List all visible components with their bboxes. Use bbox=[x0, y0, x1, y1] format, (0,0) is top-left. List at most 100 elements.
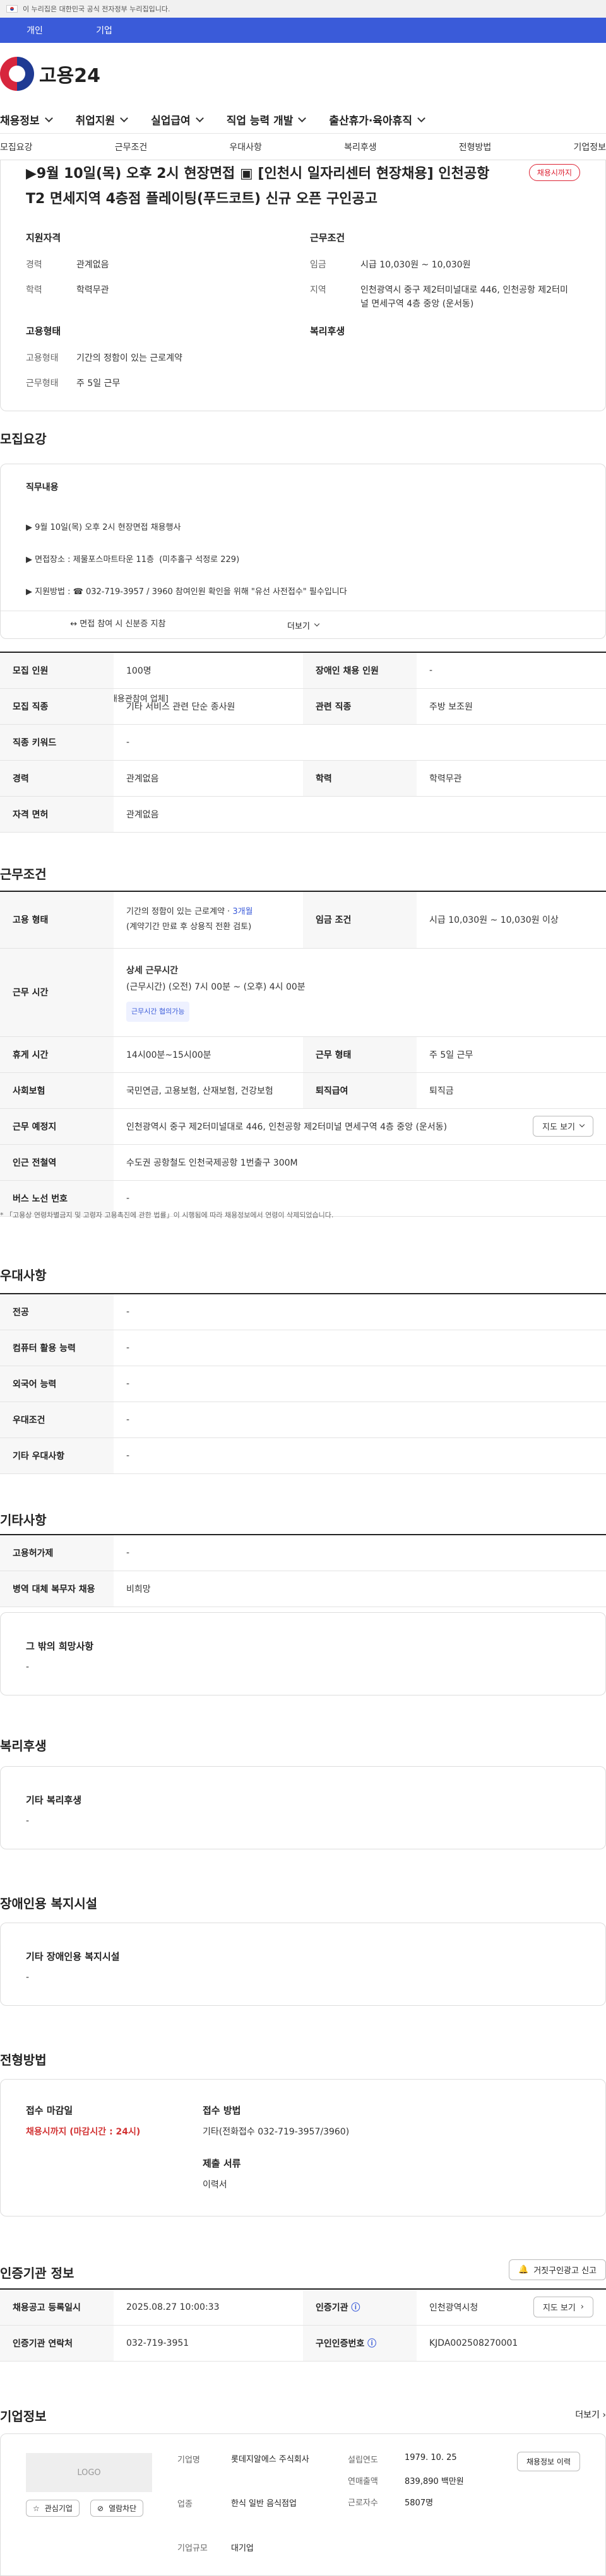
bell-icon: 🔔 bbox=[518, 2265, 529, 2274]
chevron-down-icon bbox=[314, 621, 320, 626]
logo-text: 고용24 bbox=[39, 65, 100, 87]
welfare-summary-title: 복리후생 bbox=[310, 325, 345, 337]
table-row: 휴게 시간 14시00분~15시00분 근무 형태 주 5일 근무 bbox=[0, 1036, 606, 1073]
qualification-title: 지원자격 bbox=[26, 232, 61, 243]
recruit-title: 모집요강 bbox=[0, 431, 47, 447]
disab-card: 기타 장애인용 복지시설 - bbox=[0, 1923, 606, 2006]
table-row: 모집 인원 100명 장애인 채용 인원 - bbox=[0, 652, 606, 689]
chevron-right-icon: › bbox=[580, 2302, 584, 2312]
tab-personal[interactable]: 개인 bbox=[0, 18, 69, 43]
disab-title: 장애인용 복지시설 bbox=[0, 1896, 98, 1911]
chevron-down-icon bbox=[417, 114, 425, 122]
gov-banner-text: 이 누리집은 대한민국 공식 전자정부 누리집입니다. bbox=[23, 5, 170, 13]
recruit-table: 모집 인원 100명 장애인 채용 인원 - 모집 직종 기타 서비스 관련 단순 종… bbox=[0, 652, 606, 833]
section-nav-work[interactable]: 근무조건 bbox=[115, 141, 148, 153]
table-row: 전공 - bbox=[0, 1294, 606, 1330]
table-row: 기타 우대사항 - bbox=[0, 1437, 606, 1474]
deadline-badge: 채용시까지 bbox=[528, 164, 580, 181]
header: 고용24 bbox=[0, 43, 606, 106]
section-nav-pref[interactable]: 우대사항 bbox=[229, 141, 262, 153]
table-row: 우대조건 - bbox=[0, 1402, 606, 1438]
favorite-company-button[interactable]: ☆ 관심기업 bbox=[26, 2500, 80, 2517]
welfare-title: 복리후생 bbox=[0, 1738, 47, 1753]
company-more-link[interactable]: 더보기 › bbox=[575, 2408, 606, 2421]
agency-map-button[interactable]: 지도 보기 › bbox=[533, 2297, 593, 2318]
chevron-down-icon bbox=[120, 114, 128, 122]
company-card: LOGO ☆ 관심기업 ⊘ 열람차단 기업명 롯데지알에스 주식회사 업종 한식 일… bbox=[0, 2433, 606, 2576]
job-description-card: 직무내용 ▶ 9월 10일(목) 오후 2시 현장면접 채용행사 ▶ 면접장소 … bbox=[0, 464, 606, 768]
table-row: 근무 시간 상세 근무시간 (근무시간) (오전) 7시 00분 ~ (오후) … bbox=[0, 948, 606, 1037]
table-row: 고용허가제 - bbox=[0, 1535, 606, 1571]
false-ad-report-button[interactable]: 🔔 거짓구인광고 신고 bbox=[509, 2259, 606, 2280]
pref-title: 우대사항 bbox=[0, 1268, 47, 1283]
job-description-label: 직무내용 bbox=[26, 483, 59, 493]
chevron-down-icon bbox=[195, 114, 204, 122]
nav-benefit[interactable]: 실업급여 bbox=[151, 112, 204, 127]
section-nav-screen[interactable]: 전형방법 bbox=[459, 141, 492, 153]
table-row: 고용 형태 기간의 정함이 있는 근로계약 · 3개월 (계약기간 만료 후 상용… bbox=[0, 891, 606, 949]
section-nav-recruit[interactable]: 모집요강 bbox=[0, 141, 33, 153]
job-summary-card: ▶9월 10일(목) 오후 2시 현장면접 ▣ [인천시 일자리센터 현장채용]… bbox=[0, 160, 606, 411]
etc-table: 고용허가제 - 병역 대체 복무자 채용 비희망 bbox=[0, 1534, 606, 1607]
table-row: 모집 직종 기타 서비스 관련 단순 종사원 관련 직종 주방 보조원 bbox=[0, 688, 606, 725]
map-view-button[interactable]: 지도 보기 bbox=[533, 1116, 593, 1137]
table-row: 외국어 능력 - bbox=[0, 1366, 606, 1402]
block-icon: ⊘ bbox=[97, 2503, 104, 2513]
nav-leave[interactable]: 출산휴가·육아휴직 bbox=[329, 112, 425, 127]
table-row: 직종 키워드 - bbox=[0, 724, 606, 761]
welfare-card: 기타 복리후생 - bbox=[0, 1766, 606, 1849]
block-view-button[interactable]: ⊘ 열람차단 bbox=[90, 2500, 144, 2517]
table-row: 인증기관 연락처 032-719-3951 구인인증번호 ⓘ KJDA002508… bbox=[0, 2325, 606, 2362]
nav-training[interactable]: 직업 능력 개발 bbox=[227, 112, 307, 127]
nav-jobs[interactable]: 채용정보 bbox=[0, 112, 53, 127]
job-title: ▶9월 10일(목) 오후 2시 현장면접 ▣ [인천시 일자리센터 현장채용]… bbox=[26, 166, 490, 207]
page: 이 누리집은 대한민국 공식 전자정부 누리집입니다. 개인 기업 고용24 채… bbox=[0, 0, 606, 2576]
info-icon[interactable]: ⓘ bbox=[367, 2339, 376, 2349]
pref-table: 전공 - 컴퓨터 활용 능력 - 외국어 능력 - 우대조건 - 기타 우대사항 - bbox=[0, 1293, 606, 1474]
table-row: 병역 대체 복무자 채용 비희망 bbox=[0, 1571, 606, 1607]
agency-title: 인증기관 정보 bbox=[0, 2266, 74, 2281]
work-table: 고용 형태 기간의 정함이 있는 근로계약 · 3개월 (계약기간 만료 후 상용… bbox=[0, 891, 606, 1217]
company-title: 기업정보 bbox=[0, 2409, 47, 2424]
tab-company[interactable]: 기업 bbox=[69, 18, 139, 43]
chevron-down-icon bbox=[298, 114, 307, 122]
more-button[interactable]: 더보기 bbox=[1, 611, 605, 639]
section-nav-company[interactable]: 기업정보 bbox=[573, 141, 606, 153]
info-icon[interactable]: ⓘ bbox=[351, 2303, 360, 2313]
table-row: 인근 전철역 수도권 공항철도 인천국제공항 1번출구 300M bbox=[0, 1144, 606, 1181]
screen-title: 전형방법 bbox=[0, 2052, 47, 2068]
etc-title: 기타사항 bbox=[0, 1513, 47, 1528]
qualification-block: 지원자격 경력 관계없음 학력 학력무관 bbox=[26, 231, 278, 308]
employment-title: 고용형태 bbox=[26, 325, 61, 337]
job-history-button[interactable]: 채용정보 이력 bbox=[516, 2452, 580, 2471]
employment-block: 고용형태 고용형태 기간의 정함이 있는 근로계약 근무형태 주 5일 근무 bbox=[26, 324, 278, 402]
table-row: 채용공고 등록일시 2025.08.27 10:00:33 인증기관 ⓘ 인천광역… bbox=[0, 2289, 606, 2326]
chevron-down-icon bbox=[579, 1121, 585, 1128]
section-nav-welfare[interactable]: 복리후생 bbox=[344, 141, 377, 153]
agency-table: 채용공고 등록일시 2025.08.27 10:00:33 인증기관 ⓘ 인천광역… bbox=[0, 2288, 606, 2362]
table-row: 경력 관계없음 학력 학력무관 bbox=[0, 760, 606, 797]
gov-banner: 이 누리집은 대한민국 공식 전자정부 누리집입니다. bbox=[0, 0, 606, 18]
condition-block: 근무조건 임금 시급 10,030원 ~ 10,030원 지역 인천광역시 중구 제… bbox=[310, 231, 575, 322]
nav-support[interactable]: 취업지원 bbox=[76, 112, 128, 127]
site-logo[interactable]: 고용24 bbox=[0, 57, 100, 91]
age-notice: * 「고용상 연령차별금지 및 고령자 고용촉진에 관한 법률」이 시행됨에 따… bbox=[0, 1211, 334, 1219]
etc-wish-card: 그 밖의 희망사항 - bbox=[0, 1612, 606, 1695]
logo-icon bbox=[0, 57, 34, 91]
table-row: 자격 면허 관계없음 bbox=[0, 796, 606, 833]
welfare-summary-block: 복리후생 bbox=[310, 324, 562, 351]
flag-icon bbox=[6, 5, 18, 13]
work-title: 근무조건 bbox=[0, 867, 47, 882]
company-logo-placeholder: LOGO bbox=[26, 2453, 152, 2492]
section-nav: 모집요강 근무조건 우대사항 복리후생 전형방법 기업정보 bbox=[0, 134, 606, 160]
star-icon: ☆ bbox=[33, 2503, 40, 2513]
table-row: 컴퓨터 활용 능력 - bbox=[0, 1330, 606, 1366]
table-row: 근무 예정지 인천광역시 중구 제2터미널대로 446, 인천공항 제2터미널 … bbox=[0, 1108, 606, 1145]
screen-card: 접수 마감일 채용시까지 (마감시간 : 24시) 접수 방법 기타(전화접수 … bbox=[0, 2079, 606, 2216]
main-nav: 채용정보 취업지원 실업급여 직업 능력 개발 출산휴가·육아휴직 bbox=[0, 106, 606, 134]
user-type-tabs: 개인 기업 bbox=[0, 18, 606, 43]
table-row: 사회보험 국민연금, 고용보험, 산재보험, 건강보험 퇴직급여 퇴직금 bbox=[0, 1072, 606, 1109]
condition-title: 근무조건 bbox=[310, 232, 345, 243]
chevron-down-icon bbox=[44, 114, 53, 122]
time-negotiable-tag: 근무시간 협의가능 bbox=[126, 1002, 190, 1022]
